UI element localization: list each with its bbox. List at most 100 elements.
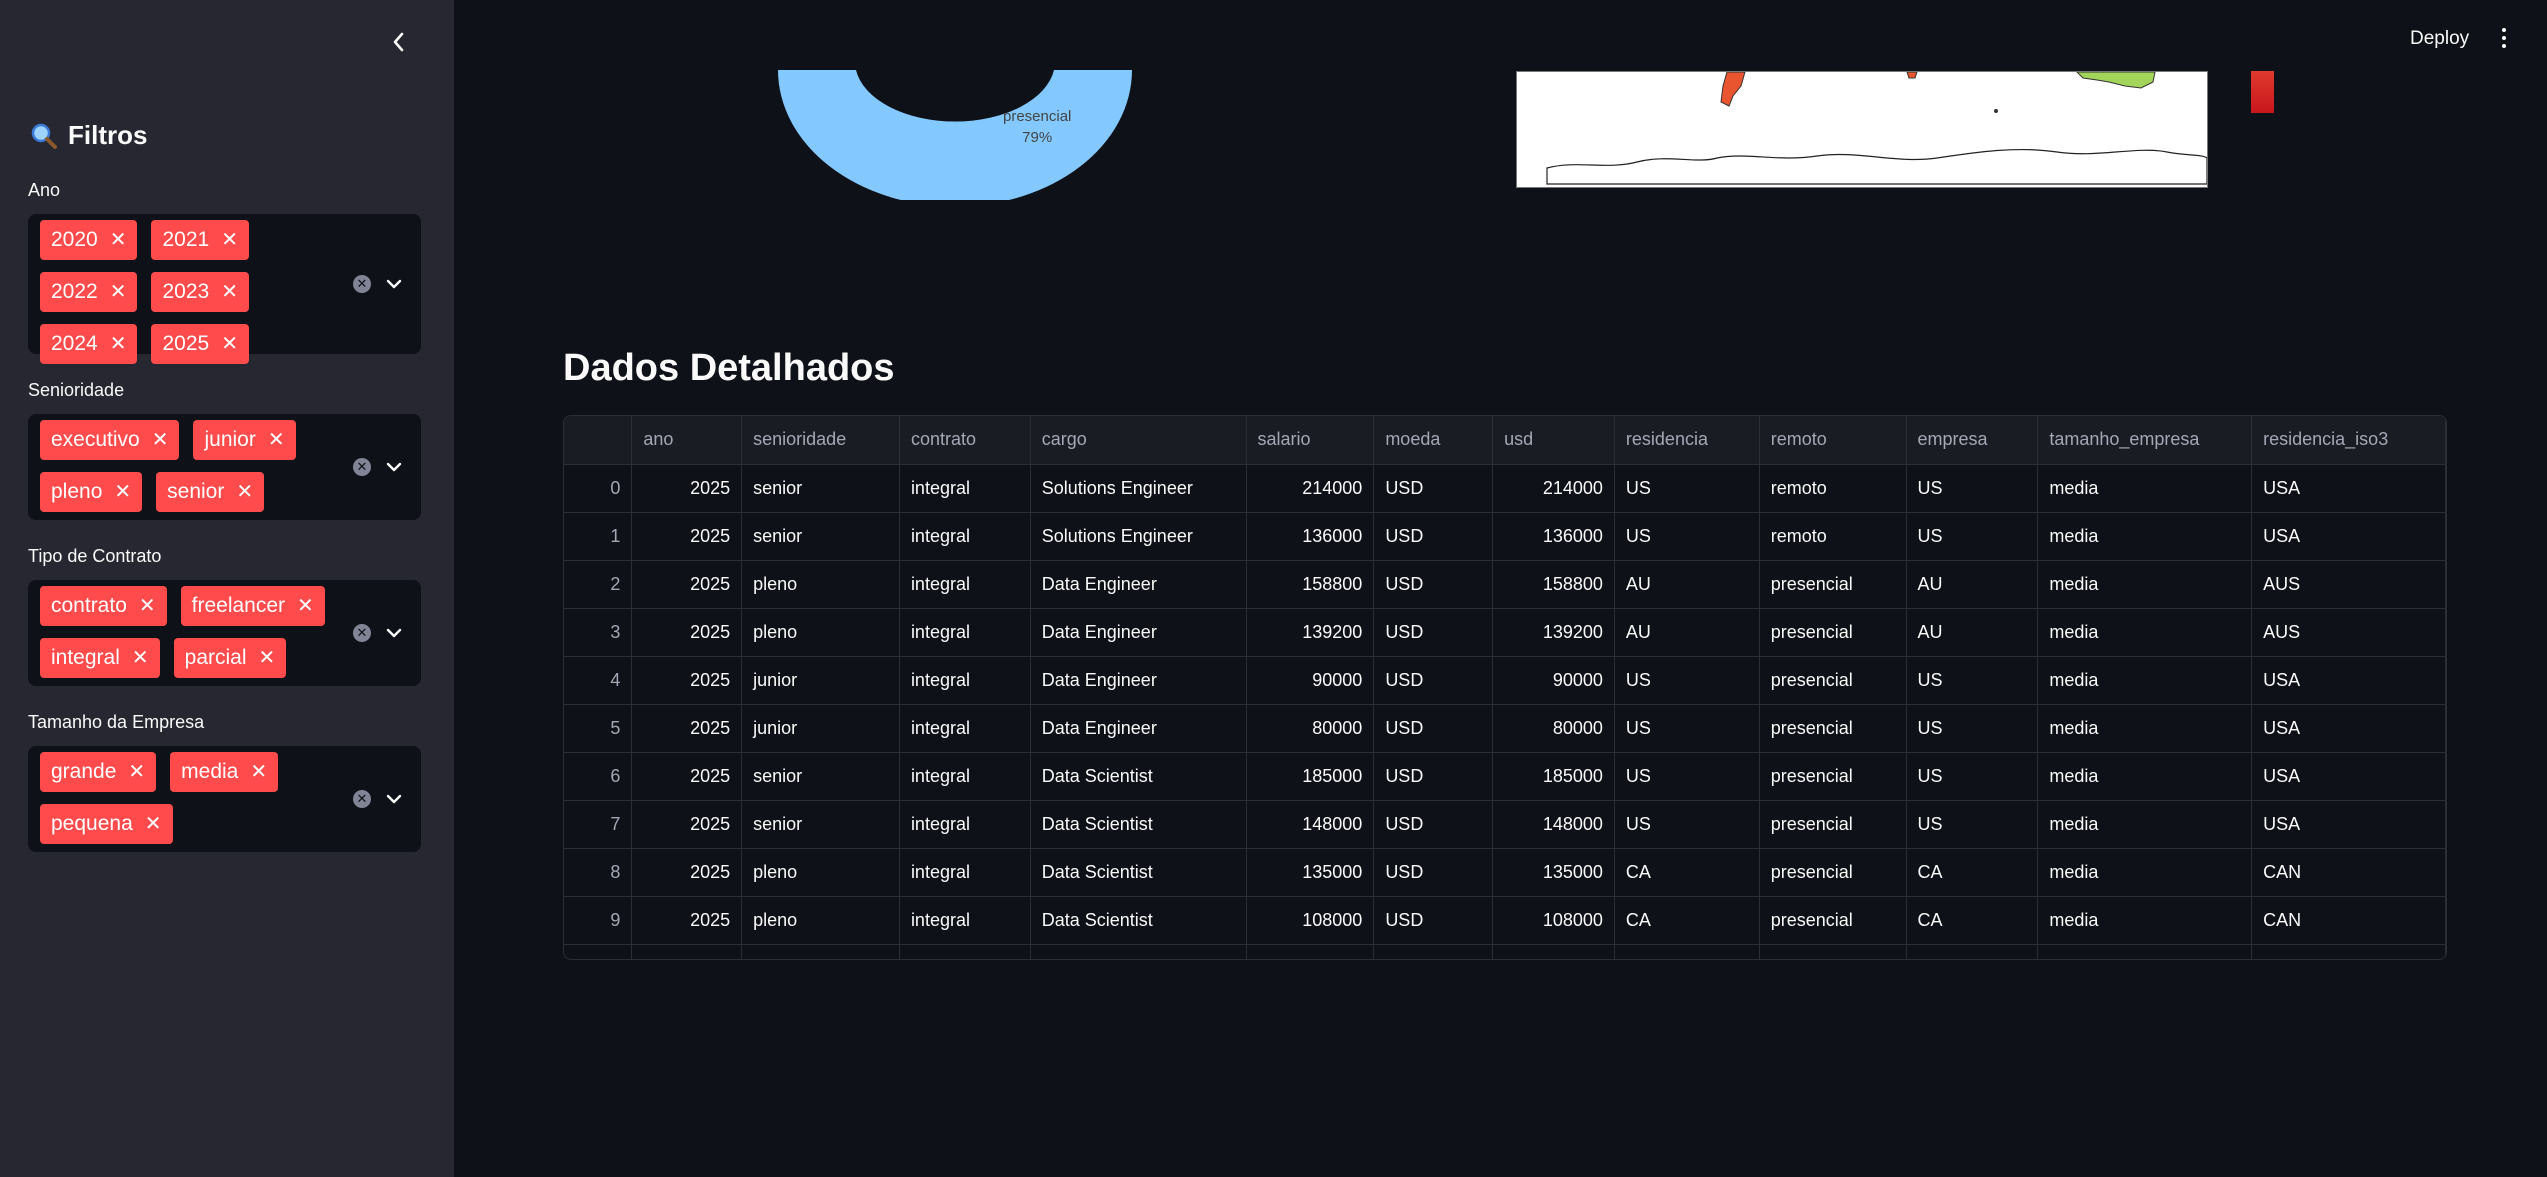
cell-moeda[interactable]: USD (1373, 560, 1494, 609)
cell-residencia[interactable]: CA (1614, 896, 1760, 945)
chip-2025[interactable]: 2025 ✕ (151, 324, 249, 364)
cell-empresa[interactable]: US (1906, 464, 2039, 513)
cell-salario[interactable]: 135000 (1246, 848, 1375, 897)
data-table[interactable]: ano senioridade contrato cargo salario m… (563, 415, 2447, 960)
chip-contrato[interactable]: contrato ✕ (40, 586, 167, 626)
row-index[interactable]: 2 (564, 560, 633, 609)
cell-cargo[interactable]: Data Engineer (1030, 656, 1247, 705)
cell-remoto[interactable]: presencial (1759, 752, 1907, 801)
cell-usd[interactable]: 136000 (1492, 512, 1615, 561)
chip-2020[interactable]: 2020 ✕ (40, 220, 138, 260)
cell-senioridade[interactable]: junior (741, 656, 900, 705)
table-row[interactable]: 0 2025 senior integral Solutions Engineer 214… (564, 464, 2446, 513)
clear-all-icon[interactable]: ✕ (353, 458, 371, 476)
cell-contrato[interactable]: integral (899, 656, 1031, 705)
cell-residencia[interactable]: US (1614, 512, 1760, 561)
cell-residencia[interactable]: US (1614, 752, 1760, 801)
table-row[interactable]: 5 2025 junior integral Data Engineer 80000 USD… (564, 704, 2446, 753)
row-index[interactable]: 3 (564, 608, 633, 657)
cell-tamanho-empresa[interactable]: media (2037, 800, 2253, 849)
cell-ano[interactable]: 2025 (631, 608, 743, 657)
cell-moeda[interactable]: USD (1373, 896, 1494, 945)
cell-cargo[interactable]: Solutions Engineer (1030, 464, 1247, 513)
cell-cargo[interactable]: Data Scientist (1030, 752, 1247, 801)
table-row[interactable]: 7 2025 senior integral Data Scientist 148000 U… (564, 800, 2446, 849)
cell-senioridade[interactable]: senior (741, 752, 900, 801)
chip-senior[interactable]: senior ✕ (156, 472, 265, 512)
cell-senioridade[interactable]: pleno (741, 944, 900, 959)
cell-usd[interactable]: 135000 (1492, 848, 1615, 897)
cell-empresa[interactable]: AU (1906, 608, 2039, 657)
deploy-button[interactable]: Deploy (2410, 28, 2469, 50)
cell-tamanho-empresa[interactable]: media (2037, 704, 2253, 753)
cell-residencia-iso3[interactable]: CAN (2251, 896, 2446, 945)
column-header-residencia[interactable]: residencia (1614, 416, 1760, 465)
cell-senioridade[interactable]: pleno (741, 896, 900, 945)
cell-residencia-iso3[interactable]: CAN (2251, 848, 2446, 897)
cell-remoto[interactable]: presencial (1759, 608, 1907, 657)
cell-moeda[interactable]: USD (1373, 848, 1494, 897)
remove-chip-icon[interactable]: ✕ (114, 482, 131, 502)
cell-remoto[interactable]: remoto (1759, 464, 1907, 513)
cell-ano[interactable]: 2025 (631, 896, 743, 945)
cell-tamanho-empresa[interactable]: media (2037, 944, 2253, 959)
remove-chip-icon[interactable]: ✕ (110, 334, 127, 354)
cell-salario[interactable]: 80000 (1246, 704, 1375, 753)
row-index[interactable]: 0 (564, 464, 633, 513)
cell-remoto[interactable]: presencial (1759, 560, 1907, 609)
cell-residencia[interactable]: AU (1614, 560, 1760, 609)
column-header-usd[interactable]: usd (1492, 416, 1615, 465)
cell-senioridade[interactable]: pleno (741, 848, 900, 897)
remove-chip-icon[interactable]: ✕ (221, 334, 238, 354)
cell-usd[interactable]: 139200 (1492, 608, 1615, 657)
cell-ano[interactable]: 2025 (631, 752, 743, 801)
chip-integral[interactable]: integral ✕ (40, 638, 160, 678)
cell-ano[interactable]: 2025 (631, 512, 743, 561)
remove-chip-icon[interactable]: ✕ (221, 230, 238, 250)
column-header-contrato[interactable]: contrato (899, 416, 1031, 465)
cell-cargo[interactable]: Data Scientist (1030, 800, 1247, 849)
remove-chip-icon[interactable]: ✕ (221, 282, 238, 302)
cell-contrato[interactable]: integral (899, 512, 1031, 561)
chip-executivo[interactable]: executivo ✕ (40, 420, 180, 460)
cell-residencia-iso3[interactable]: USA (2251, 800, 2446, 849)
cell-remoto[interactable]: presencial (1759, 896, 1907, 945)
remove-chip-icon[interactable]: ✕ (268, 430, 285, 450)
cell-tamanho-empresa[interactable]: media (2037, 848, 2253, 897)
cell-tamanho-empresa[interactable]: media (2037, 608, 2253, 657)
cell-residencia[interactable]: US (1614, 656, 1760, 705)
chip-pleno[interactable]: pleno ✕ (40, 472, 143, 512)
remove-chip-icon[interactable]: ✕ (152, 430, 169, 450)
cell-cargo[interactable]: BI Developer (1030, 944, 1247, 959)
cell-empresa[interactable]: US (1906, 656, 2039, 705)
cell-residencia[interactable]: US (1614, 944, 1760, 959)
column-header-index[interactable] (564, 416, 633, 465)
cell-contrato[interactable]: integral (899, 944, 1031, 959)
column-header-empresa[interactable]: empresa (1906, 416, 2039, 465)
cell-senioridade[interactable]: senior (741, 800, 900, 849)
table-row[interactable]: 3 2025 pleno integral Data Engineer 139200 USD… (564, 608, 2446, 657)
chip-media[interactable]: media ✕ (170, 752, 279, 792)
cell-remoto[interactable]: presencial (1759, 848, 1907, 897)
chevron-down-icon[interactable] (385, 624, 403, 642)
chip-parcial[interactable]: parcial ✕ (173, 638, 287, 678)
map-country-africa[interactable] (1906, 72, 1918, 79)
cell-contrato[interactable]: integral (899, 896, 1031, 945)
cell-residencia[interactable]: CA (1614, 848, 1760, 897)
cell-salario[interactable]: 108000 (1246, 896, 1375, 945)
column-header-tamanho-empresa[interactable]: tamanho_empresa (2037, 416, 2253, 465)
cell-residencia[interactable]: US (1614, 704, 1760, 753)
map-antarctica[interactable] (1546, 148, 2207, 185)
cell-senioridade[interactable]: junior (741, 704, 900, 753)
clear-all-icon[interactable]: ✕ (353, 624, 371, 642)
cell-usd[interactable]: 90000 (1492, 656, 1615, 705)
row-index[interactable]: 1 (564, 512, 633, 561)
cell-contrato[interactable]: integral (899, 608, 1031, 657)
remove-chip-icon[interactable]: ✕ (128, 762, 145, 782)
cell-senioridade[interactable]: senior (741, 512, 900, 561)
column-header-residencia-iso3[interactable]: residencia_iso3 (2251, 416, 2446, 465)
cell-tamanho-empresa[interactable]: media (2037, 560, 2253, 609)
chip-freelancer[interactable]: freelancer ✕ (180, 586, 325, 626)
remove-chip-icon[interactable]: ✕ (250, 762, 267, 782)
cell-moeda[interactable]: USD (1373, 944, 1494, 959)
